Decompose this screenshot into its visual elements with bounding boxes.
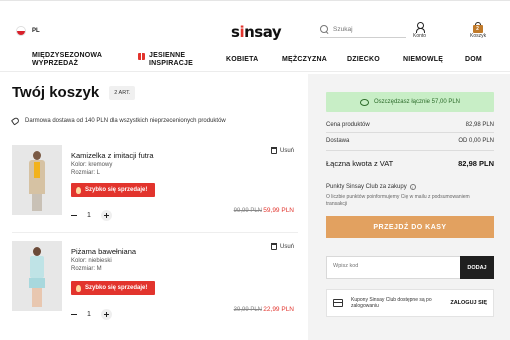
remove-button[interactable]: Usuń xyxy=(270,147,294,154)
club-points-label: Punkty Sinsay Club za zakupy xyxy=(326,184,407,190)
sale-price: 22,99 PLN xyxy=(263,306,294,313)
coupon-form: DODAJ xyxy=(326,256,494,279)
item-divider xyxy=(12,232,298,233)
gift-icon xyxy=(138,53,145,60)
quantity-stepper: 1 xyxy=(71,309,112,320)
product-color: Kolor: niebieski xyxy=(71,258,112,264)
savings-text: Oszczędzasz łącznie 57,00 PLN xyxy=(373,99,461,105)
apply-coupon-button[interactable]: DODAJ xyxy=(460,256,494,279)
nav-item-baby[interactable]: NIEMOWLĘ xyxy=(403,56,443,64)
sale-price: 59,99 PLN xyxy=(263,207,294,214)
fire-icon xyxy=(76,186,81,194)
minus-icon[interactable] xyxy=(71,314,77,315)
account-label: Konto xyxy=(413,33,427,39)
selling-fast-label: Szybko się sprzedaje! xyxy=(85,187,148,193)
piggy-bank-icon xyxy=(359,98,369,106)
delivery-label: Dostawa xyxy=(326,138,350,144)
info-icon[interactable]: i xyxy=(409,184,416,190)
nav-item-label: JESIENNE INSPIRACJE xyxy=(149,52,194,67)
trash-icon xyxy=(270,243,277,250)
old-price: 39,99 PLN xyxy=(233,307,262,313)
product-size: Rozmiar: L xyxy=(71,170,101,176)
quantity-value: 1 xyxy=(87,212,91,219)
language-label: PL xyxy=(32,28,40,34)
savings-banner: Oszczędzasz łącznie 57,00 PLN xyxy=(326,92,494,112)
login-link[interactable]: ZALOGUJ SIĘ xyxy=(450,300,487,306)
selling-fast-badge: Szybko się sprzedaje! xyxy=(71,281,155,295)
item-count-badge: 2 ART. xyxy=(109,85,136,100)
product-name[interactable]: Kamizelka z imitacji futra xyxy=(71,151,154,160)
cart-label: Koszyk xyxy=(470,33,487,39)
header: PL sinsay Konto 2 Koszyk xyxy=(0,0,510,46)
remove-label: Usuń xyxy=(279,243,294,250)
search-bar[interactable] xyxy=(320,22,406,38)
bag-icon: 2 xyxy=(473,22,484,33)
minus-icon[interactable] xyxy=(71,215,77,216)
products-price-label: Cena produktów xyxy=(326,122,370,128)
user-icon xyxy=(415,22,425,33)
products-price-value: 82,98 PLN xyxy=(465,122,494,128)
plus-icon[interactable] xyxy=(100,210,112,221)
order-summary: Oszczędzasz łącznie 57,00 PLN Cena produ… xyxy=(308,74,510,340)
cart-title-row: Twój koszyk 2 ART. xyxy=(12,84,136,101)
delivery-value: OD 0,00 PLN xyxy=(458,138,494,144)
remove-label: Usuń xyxy=(279,147,294,154)
selling-fast-label: Szybko się sprzedaje! xyxy=(85,285,148,291)
language-selector[interactable]: PL xyxy=(16,26,40,36)
total-row: Łączna kwota z VAT 82,98 PLN xyxy=(326,159,494,168)
account-button[interactable]: Konto xyxy=(413,22,426,39)
total-label: Łączna kwota z VAT xyxy=(326,159,394,168)
plus-icon[interactable] xyxy=(100,309,112,320)
nav-item-kids[interactable]: DZIECKO xyxy=(347,56,380,64)
product-image[interactable] xyxy=(12,241,62,311)
nav-item-sale[interactable]: MIĘDZYSEZONOWA WYPRZEDAŻ xyxy=(32,52,112,68)
free-shipping-text: Darmowa dostawa od 140 PLN dla wszystkic… xyxy=(25,118,226,124)
club-points-note: O liczbie punktów poinformujemy Cię w ma… xyxy=(326,194,470,207)
product-size: Rozmiar: M xyxy=(71,266,102,272)
card-icon xyxy=(333,299,343,307)
checkout-button[interactable]: PRZEJDŹ DO KASY xyxy=(326,216,494,238)
old-price: 99,99 PLN xyxy=(233,208,262,214)
products-price-row: Cena produktów 82,98 PLN xyxy=(326,122,494,128)
nav-item-home[interactable]: DOM xyxy=(465,56,482,64)
cart-button[interactable]: 2 Koszyk xyxy=(470,22,486,39)
club-coupons-box: Kupony Sinsay Club dostępne są po zalogo… xyxy=(326,289,494,317)
search-icon xyxy=(320,25,329,34)
summary-divider xyxy=(326,150,494,151)
selling-fast-badge: Szybko się sprzedaje! xyxy=(71,183,155,197)
page-title: Twój koszyk xyxy=(12,84,100,101)
coupon-input[interactable] xyxy=(333,263,453,269)
quantity-stepper: 1 xyxy=(71,210,112,221)
delivery-row: Dostawa OD 0,00 PLN xyxy=(326,138,494,144)
logo[interactable]: sinsay xyxy=(231,23,282,41)
free-shipping-note: Darmowa dostawa od 140 PLN dla wszystkic… xyxy=(10,116,226,126)
fire-icon xyxy=(76,284,81,292)
product-name[interactable]: Piżama bawełniana xyxy=(71,247,136,256)
summary-divider xyxy=(326,132,494,133)
poland-flag-icon xyxy=(16,26,26,36)
cart-count: 2 xyxy=(476,26,479,32)
remove-button[interactable]: Usuń xyxy=(270,243,294,250)
tag-icon xyxy=(10,116,21,126)
club-points-title: Punkty Sinsay Club za zakupy i xyxy=(326,184,416,190)
product-color: Kolor: kremowy xyxy=(71,162,113,168)
trash-icon xyxy=(270,147,277,154)
nav-item-inspirations[interactable]: JESIENNE INSPIRACJE xyxy=(138,52,208,68)
club-coupons-text: Kupony Sinsay Club dostępne są po zalogo… xyxy=(351,296,432,310)
nav-item-women[interactable]: KOBIETA xyxy=(226,56,258,64)
nav-item-men[interactable]: MĘŻCZYZNA xyxy=(282,56,327,64)
total-value: 82,98 PLN xyxy=(458,159,494,168)
search-input[interactable] xyxy=(333,26,403,33)
main-nav: MIĘDZYSEZONOWA WYPRZEDAŻ JESIENNE INSPIR… xyxy=(0,48,510,72)
quantity-value: 1 xyxy=(87,311,91,318)
product-image[interactable] xyxy=(12,145,62,215)
